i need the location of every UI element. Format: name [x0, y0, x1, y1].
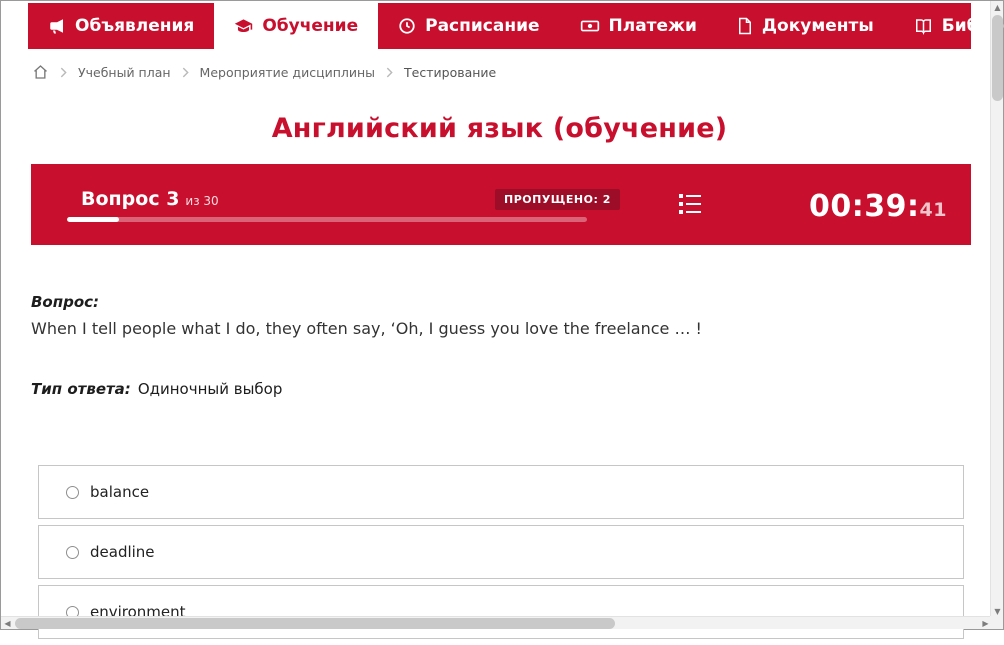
vertical-scrollbar[interactable]: ▲ ▼	[990, 1, 1003, 618]
nav-item-documents[interactable]: Документы	[717, 3, 894, 49]
nav-item-library[interactable]: Библиотека	[894, 3, 1004, 49]
book-icon	[914, 17, 933, 35]
home-icon[interactable]	[32, 64, 49, 80]
option-balance[interactable]: balance	[38, 465, 964, 519]
vertical-scrollbar-thumb[interactable]	[992, 15, 1003, 101]
nav-item-label: Документы	[761, 16, 874, 36]
test-header-panel: Вопрос 3 из 30 ПРОПУЩЕНО: 2 00:39:41	[31, 164, 971, 245]
nav-item-label: Объявления	[75, 16, 195, 36]
scroll-left-arrow-icon[interactable]: ◀	[1, 617, 14, 630]
horizontal-scrollbar[interactable]: ◀ ▶	[1, 616, 992, 629]
radio-button[interactable]	[66, 545, 79, 559]
page-title: Английский язык (обучение)	[271, 113, 728, 144]
horizontal-scrollbar-thumb[interactable]	[15, 618, 615, 629]
breadcrumb-testing: Тестирование	[404, 64, 497, 80]
nav-item-announcements[interactable]: Объявления	[28, 3, 214, 49]
chevron-right-icon	[182, 67, 189, 78]
timer-main: 00:39:	[809, 189, 920, 224]
banknote-icon	[580, 16, 600, 36]
question-total: из 30	[185, 194, 219, 208]
question-list-icon[interactable]	[676, 192, 704, 222]
option-deadline[interactable]: deadline	[38, 525, 964, 579]
nav-item-payments[interactable]: Платежи	[560, 3, 717, 49]
question-counter: Вопрос 3 из 30	[81, 188, 219, 210]
timer: 00:39:41	[809, 189, 947, 224]
scroll-up-arrow-icon[interactable]: ▲	[991, 1, 1004, 14]
breadcrumb-discipline-event[interactable]: Мероприятие дисциплины	[200, 65, 375, 80]
nav-item-schedule[interactable]: Расписание	[378, 3, 559, 49]
timer-seconds: 41	[919, 199, 947, 221]
option-environment[interactable]: environment	[38, 585, 964, 639]
answer-type: Тип ответа: Одиночный выбор	[31, 380, 282, 398]
answer-type-value: Одиночный выбор	[137, 380, 283, 398]
chevron-right-icon	[386, 67, 393, 78]
question-number: Вопрос 3	[81, 188, 180, 210]
breadcrumb: Учебный план Мероприятие дисциплины Тест…	[32, 64, 496, 80]
main-nav: Объявления Обучение Расписание Платежи Д…	[28, 3, 1004, 49]
clock-icon	[398, 17, 416, 35]
radio-button[interactable]	[66, 485, 79, 499]
document-icon	[737, 17, 753, 35]
answer-type-label: Тип ответа:	[31, 380, 131, 398]
breadcrumb-curriculum[interactable]: Учебный план	[78, 65, 171, 80]
progress-fill	[67, 217, 119, 222]
scrollbar-corner	[990, 616, 1003, 629]
progress-bar	[67, 217, 587, 222]
question-label: Вопрос:	[31, 293, 100, 311]
option-label: deadline	[90, 543, 155, 561]
nav-item-label: Платежи	[608, 16, 697, 36]
nav-item-label: Обучение	[262, 16, 359, 36]
chevron-right-icon	[60, 67, 67, 78]
question-text: When I tell people what I do, they often…	[31, 319, 702, 338]
option-label: balance	[90, 483, 150, 501]
megaphone-icon	[48, 17, 66, 35]
graduation-cap-icon	[234, 17, 253, 36]
skipped-badge: ПРОПУЩЕНО: 2	[495, 189, 620, 210]
nav-item-learning[interactable]: Обучение	[214, 3, 379, 49]
nav-item-label: Расписание	[425, 16, 540, 36]
